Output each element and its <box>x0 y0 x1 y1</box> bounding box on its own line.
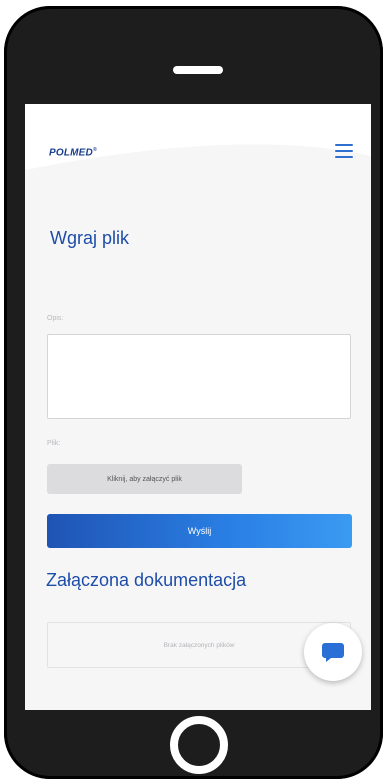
phone-home-button[interactable] <box>170 716 228 774</box>
header-wave-background <box>25 104 371 170</box>
polmed-logo[interactable]: POLMED® <box>49 147 97 158</box>
submit-button[interactable]: Wyślij <box>47 514 352 548</box>
file-label: Plik: <box>47 440 61 447</box>
hamburger-menu-icon[interactable] <box>335 144 353 158</box>
phone-frame: POLMED® Wgraj plik Opis: Plik: Kliknij, … <box>4 6 383 779</box>
header: POLMED® <box>25 104 371 172</box>
page-title: Wgraj plik <box>50 228 130 248</box>
description-field[interactable] <box>47 334 351 419</box>
attachments-section-title: Załączona dokumentacja <box>46 570 247 590</box>
chat-button[interactable] <box>304 623 362 681</box>
description-label: Opis: <box>47 315 64 322</box>
attachments-empty-text: Brak załączonych plików <box>163 641 235 649</box>
logo-registered-mark: ® <box>92 147 97 153</box>
chat-bubble-icon <box>322 643 344 662</box>
logo-text: POLMED <box>49 147 93 159</box>
attach-file-button[interactable]: Kliknij, aby załączyć plik <box>47 464 242 494</box>
phone-speaker <box>173 66 223 74</box>
app-screen: POLMED® Wgraj plik Opis: Plik: Kliknij, … <box>25 104 371 710</box>
